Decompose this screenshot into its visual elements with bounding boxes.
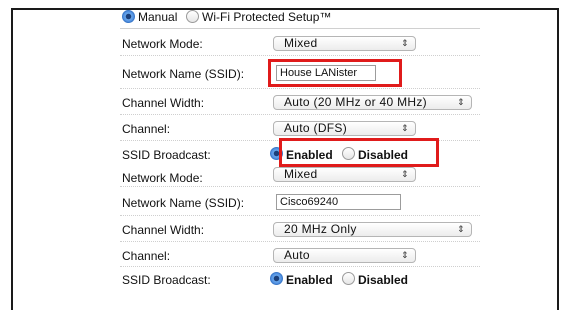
ssid-highlight-box [268, 59, 402, 87]
select-arrow-icon: ⇕ [401, 169, 409, 179]
ssid-broadcast-label-2: SSID Broadcast: [122, 273, 211, 287]
select-arrow-icon: ⇕ [401, 123, 409, 133]
separator [120, 215, 480, 216]
broadcast-highlight-box [279, 138, 439, 167]
select-arrow-icon: ⇕ [401, 250, 409, 260]
network-mode-value-2: Mixed [284, 167, 318, 181]
channel-width-select-2[interactable]: 20 MHz Only ⇕ [273, 222, 472, 237]
wps-radio[interactable] [186, 10, 199, 23]
separator [120, 114, 480, 115]
channel-width-value: Auto (20 MHz or 40 MHz) [284, 95, 427, 109]
broadcast-enabled-radio-2[interactable] [270, 272, 283, 285]
network-mode-select[interactable]: Mixed ⇕ [273, 36, 416, 51]
channel-value: Auto (DFS) [284, 121, 348, 135]
network-mode-select-2[interactable]: Mixed ⇕ [273, 167, 416, 182]
channel-width-value-2: 20 MHz Only [284, 222, 357, 236]
channel-select[interactable]: Auto (DFS) ⇕ [273, 121, 416, 136]
network-mode-label-2: Network Mode: [122, 171, 203, 185]
channel-width-select[interactable]: Auto (20 MHz or 40 MHz) ⇕ [273, 95, 472, 110]
separator [120, 186, 480, 187]
network-mode-value: Mixed [284, 36, 318, 50]
manual-label: Manual [138, 10, 178, 24]
select-arrow-icon: ⇕ [401, 38, 409, 48]
broadcast-disabled-label-2: Disabled [358, 273, 409, 287]
channel-width-label-2: Channel Width: [122, 223, 205, 237]
separator [120, 266, 480, 267]
ssid-value-2: Cisco69240 [280, 196, 339, 208]
manual-radio[interactable] [122, 10, 135, 23]
separator [120, 55, 480, 56]
ssid-label: Network Name (SSID): [122, 67, 245, 81]
separator [120, 241, 480, 242]
select-arrow-icon: ⇕ [457, 97, 465, 107]
ssid-input-2[interactable]: Cisco69240 [276, 194, 401, 210]
ssid-label-2: Network Name (SSID): [122, 196, 245, 210]
channel-label: Channel: [122, 122, 171, 136]
channel-label-2: Channel: [122, 249, 171, 263]
broadcast-enabled-label-2: Enabled [286, 273, 333, 287]
separator [120, 28, 480, 29]
channel-value-2: Auto [284, 248, 310, 262]
ssid-broadcast-label: SSID Broadcast: [122, 148, 211, 162]
select-arrow-icon: ⇕ [457, 224, 465, 234]
channel-select-2[interactable]: Auto ⇕ [273, 248, 416, 263]
network-mode-label: Network Mode: [122, 37, 203, 51]
wps-label: Wi-Fi Protected Setup™ [202, 10, 332, 24]
channel-width-label: Channel Width: [122, 96, 205, 110]
separator [120, 88, 480, 89]
broadcast-disabled-radio-2[interactable] [342, 272, 355, 285]
